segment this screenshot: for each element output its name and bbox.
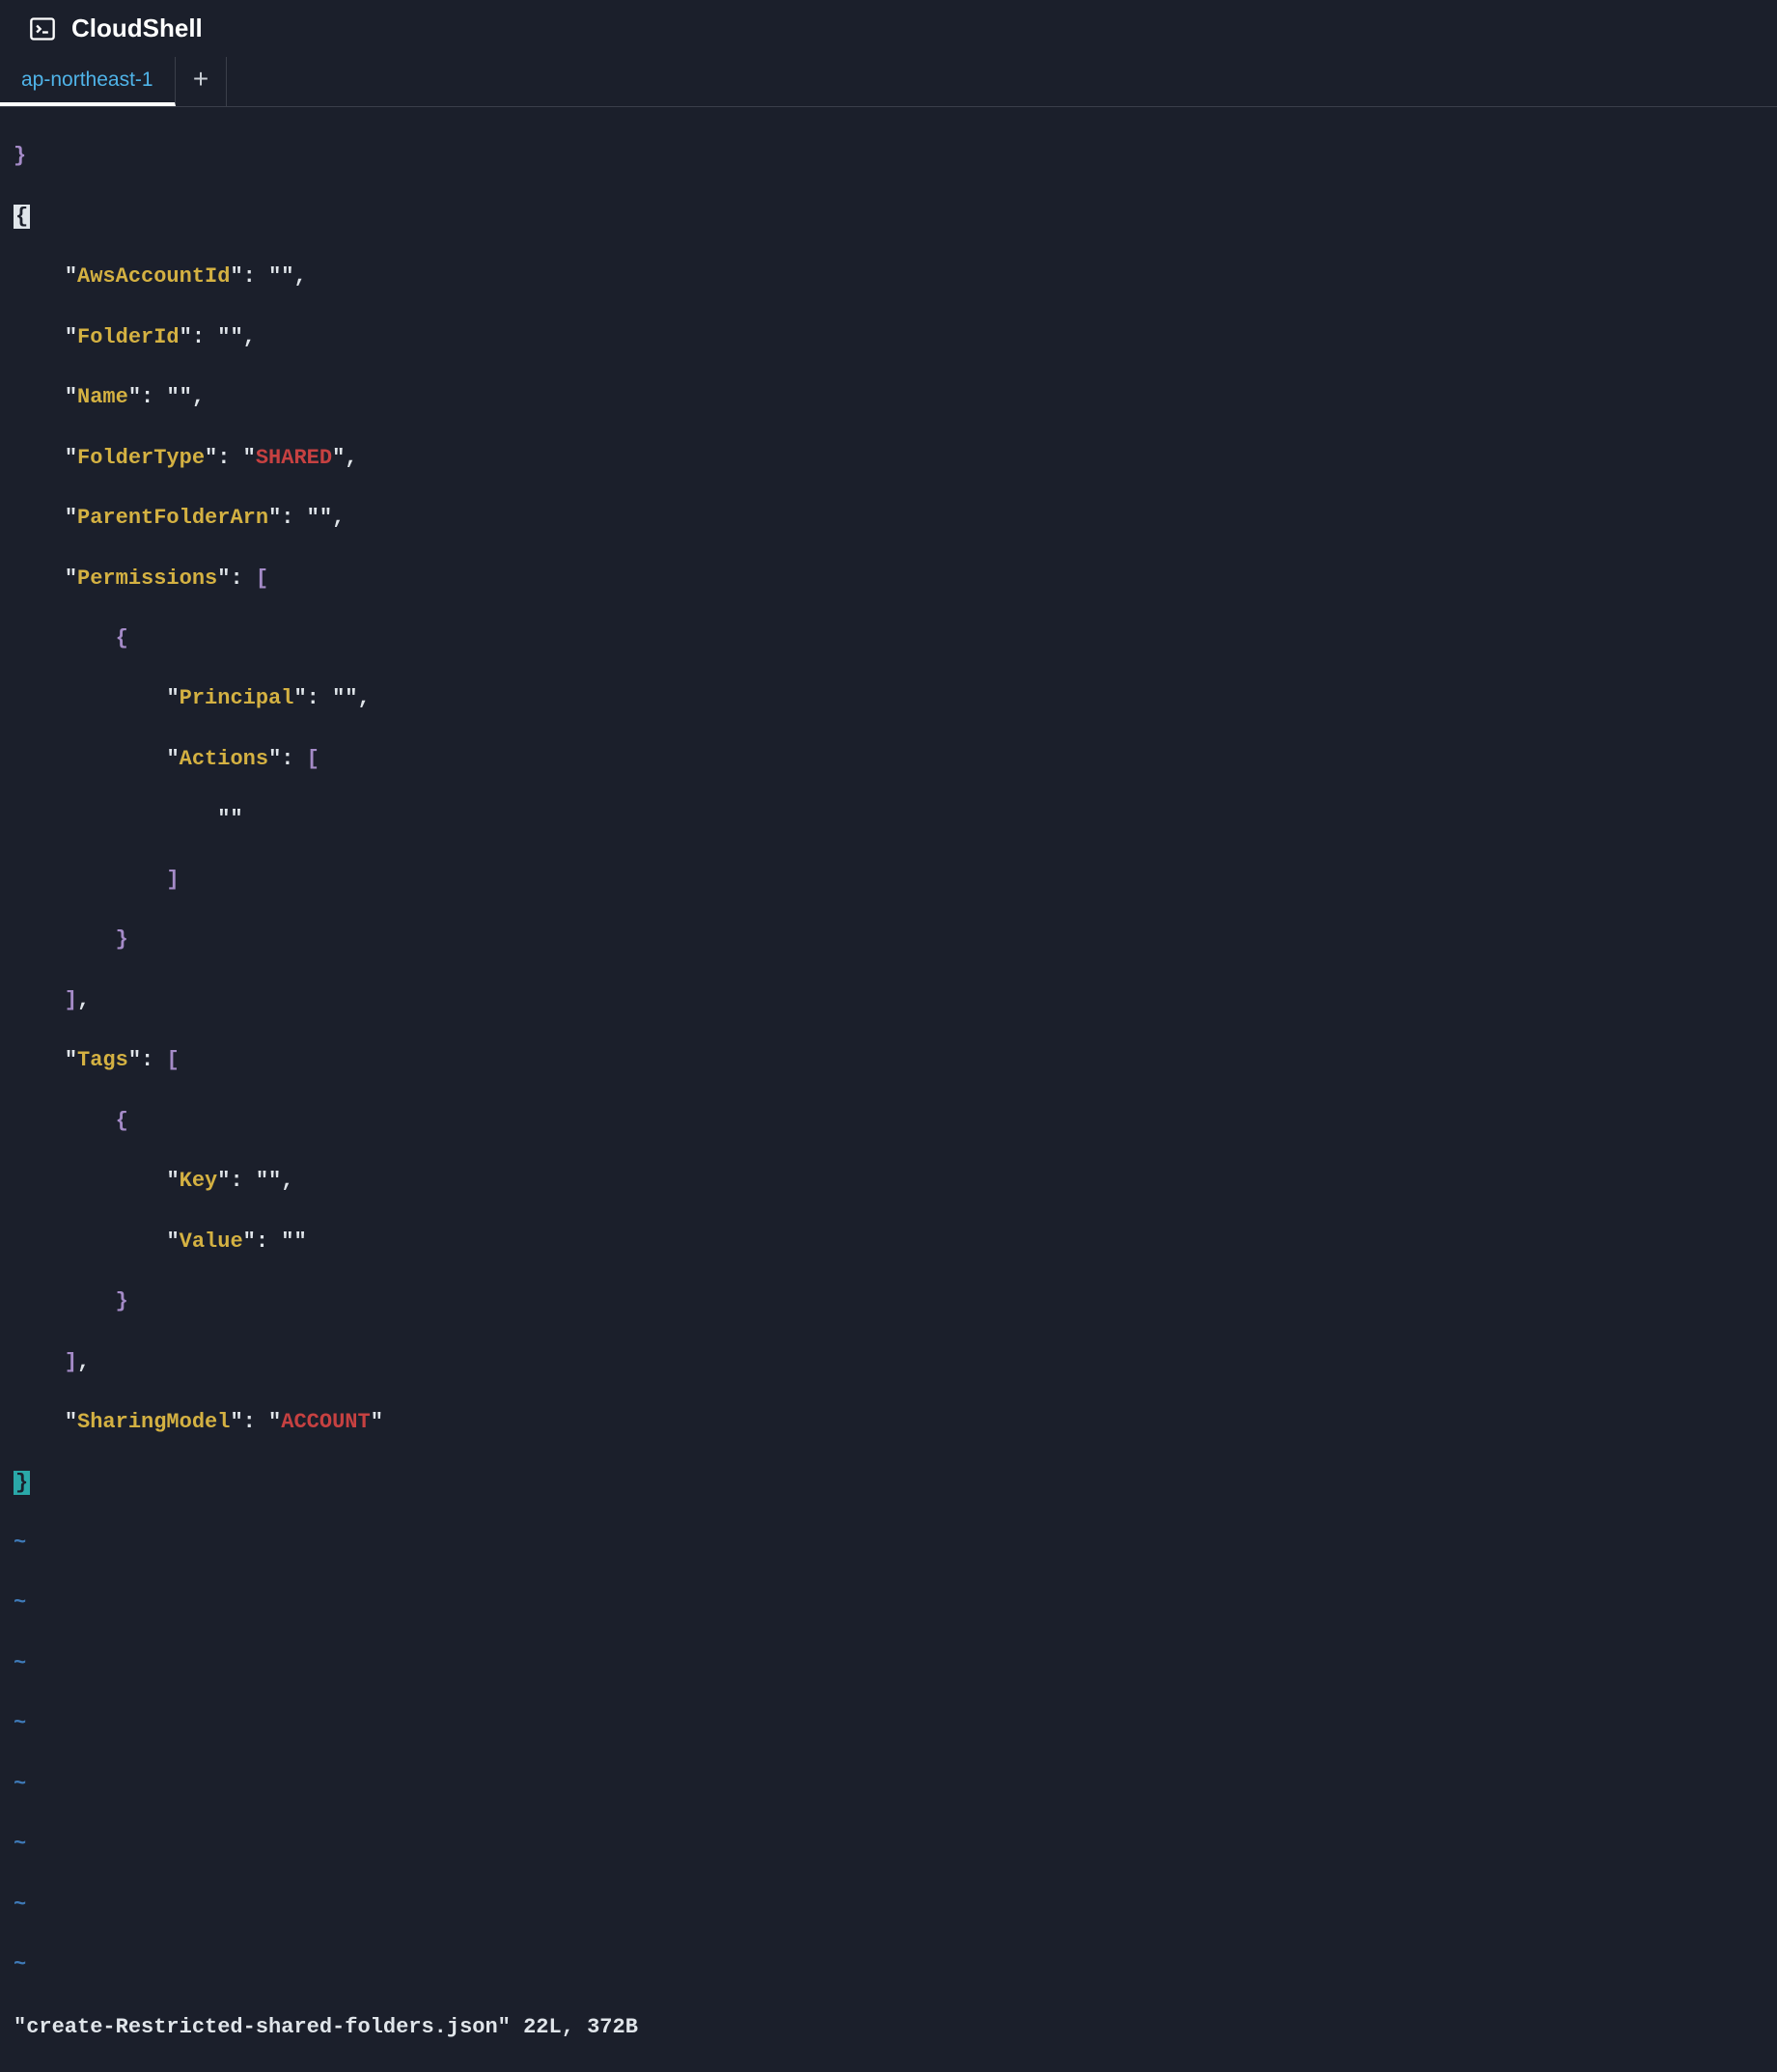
code-line: ], — [0, 1347, 1777, 1377]
code-line: "Key": "", — [0, 1166, 1777, 1196]
empty-line-marker: ~ — [0, 1769, 1777, 1799]
empty-line-marker: ~ — [0, 1648, 1777, 1678]
empty-line-marker: ~ — [0, 1890, 1777, 1920]
code-line: "Actions": [ — [0, 744, 1777, 774]
app-title: CloudShell — [71, 14, 203, 43]
code-line: "FolderId": "", — [0, 322, 1777, 352]
code-line: { — [0, 623, 1777, 653]
empty-line-marker: ~ — [0, 1949, 1777, 1979]
tab-region[interactable]: ap-northeast-1 — [0, 57, 176, 106]
code-line: "SharingModel": "ACCOUNT" — [0, 1407, 1777, 1437]
code-line: { — [0, 1106, 1777, 1136]
empty-line-marker: ~ — [0, 1588, 1777, 1617]
code-line: "Principal": "", — [0, 683, 1777, 713]
code-line: "AwsAccountId": "", — [0, 262, 1777, 291]
code-line: "Tags": [ — [0, 1045, 1777, 1075]
code-line: } — [0, 141, 1777, 171]
add-tab-button[interactable]: + — [176, 57, 228, 106]
code-line: ], — [0, 985, 1777, 1015]
tab-bar: ap-northeast-1 + — [0, 57, 1777, 107]
empty-line-marker: ~ — [0, 1829, 1777, 1859]
code-line: "" — [0, 804, 1777, 834]
terminal-icon — [29, 15, 56, 42]
empty-line-marker: ~ — [0, 1708, 1777, 1738]
editor-pane[interactable]: } { "AwsAccountId": "", "FolderId": "", … — [0, 107, 1777, 2072]
code-line: "Name": "", — [0, 382, 1777, 412]
header: CloudShell — [0, 0, 1777, 57]
code-line: } — [0, 925, 1777, 954]
empty-line-marker: ~ — [0, 1528, 1777, 1558]
code-line: "Permissions": [ — [0, 564, 1777, 594]
matching-brace: { — [14, 205, 30, 229]
code-line: ] — [0, 865, 1777, 895]
code-line: "Value": "" — [0, 1227, 1777, 1257]
vim-status-line: "create-Restricted-shared-folders.json" … — [0, 2012, 1777, 2042]
code-line: "ParentFolderArn": "", — [0, 503, 1777, 533]
code-line: } — [0, 1286, 1777, 1316]
code-line: } — [0, 1468, 1777, 1498]
code-line: "FolderType": "SHARED", — [0, 443, 1777, 473]
code-line: { — [0, 202, 1777, 232]
cursor-position: } — [14, 1471, 30, 1495]
